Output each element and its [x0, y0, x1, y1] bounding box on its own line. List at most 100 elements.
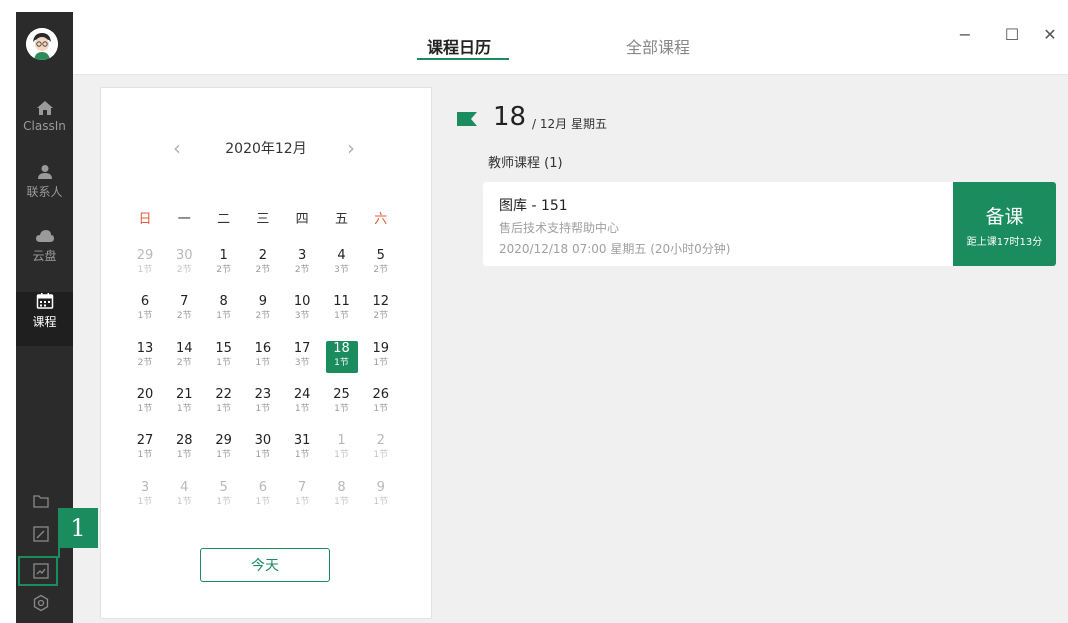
chart-icon[interactable]: [32, 562, 50, 580]
minimize-button[interactable]: −: [956, 26, 974, 44]
day-cell[interactable]: 13 2节: [129, 341, 161, 373]
weekday-label: 四: [295, 212, 309, 227]
tab-course-calendar[interactable]: 课程日历: [427, 34, 491, 58]
day-cell[interactable]: 22 1节: [208, 387, 240, 419]
lesson-count: 1节: [373, 496, 389, 507]
day-number: 27: [136, 433, 154, 449]
day-cell[interactable]: 8 1节: [326, 480, 358, 512]
day-cell[interactable]: 6 1节: [247, 480, 279, 512]
day-number: 1: [219, 248, 228, 263]
day-cell[interactable]: 30 2节: [168, 248, 200, 280]
lesson-count: 1节: [373, 403, 389, 414]
day-cell[interactable]: 5 1节: [208, 480, 240, 512]
day-cell[interactable]: 4 1节: [168, 480, 200, 512]
day-number: 29: [136, 248, 154, 263]
day-number: 30: [176, 248, 193, 263]
lesson-count: 1节: [137, 311, 153, 322]
day-number: 23: [254, 386, 272, 402]
weekday-label: 六: [374, 212, 388, 227]
lesson-count: 1节: [334, 496, 349, 507]
day-cell[interactable]: 17 3节: [286, 341, 318, 373]
day-number: 11: [333, 294, 350, 310]
day-number: 9: [376, 479, 385, 495]
lesson-count: 3节: [294, 357, 310, 368]
nav-cloud[interactable]: 云盘: [16, 228, 73, 282]
day-cell[interactable]: 5 2节: [365, 248, 397, 280]
day-cell[interactable]: 19 1节: [365, 341, 397, 373]
nav-classin[interactable]: ClassIn: [16, 100, 73, 154]
day-number: 4: [180, 479, 189, 495]
day-cell[interactable]: 7 2节: [168, 294, 200, 326]
day-cell[interactable]: 1 2节: [208, 248, 240, 280]
day-cell[interactable]: 27 1节: [129, 433, 161, 465]
day-cell[interactable]: 6 1节: [129, 294, 161, 326]
day-cell[interactable]: 14 2节: [168, 341, 200, 373]
day-cell[interactable]: 11 1节: [326, 294, 358, 326]
teacher-courses-heading: 教师课程 (1): [488, 156, 563, 171]
day-cell[interactable]: 29 1节: [129, 248, 161, 280]
nav-courses[interactable]: 课程: [16, 292, 73, 346]
day-number: 6: [140, 294, 150, 310]
day-cell[interactable]: 10 3节: [286, 294, 318, 326]
lesson-count: 2节: [255, 311, 271, 322]
day-cell[interactable]: 8 1节: [208, 294, 240, 326]
day-cell[interactable]: 3 1节: [129, 480, 161, 512]
day-cell[interactable]: 4 3节: [326, 248, 358, 280]
day-cell[interactable]: 26 1节: [365, 387, 397, 419]
close-button[interactable]: ✕: [1041, 26, 1059, 44]
day-cell[interactable]: 2 2节: [247, 248, 279, 280]
lesson-count: 1节: [216, 496, 231, 507]
day-cell[interactable]: 2 1节: [365, 433, 397, 465]
folder-icon[interactable]: [32, 492, 50, 510]
lesson-count: 1节: [137, 496, 153, 507]
day-number: 2: [258, 248, 268, 263]
day-cell[interactable]: 21 1节: [168, 387, 200, 419]
tab-all-courses[interactable]: 全部课程: [626, 34, 690, 58]
prepare-lesson-button[interactable]: 备课 距上课17时13分: [953, 182, 1056, 266]
day-cell[interactable]: 9 1节: [365, 480, 397, 512]
lesson-count: 3节: [294, 311, 310, 322]
lesson-count: 2节: [176, 311, 192, 322]
day-cell[interactable]: 9 2节: [247, 294, 279, 326]
day-cell[interactable]: 16 1节: [247, 341, 279, 373]
lesson-count: 1节: [294, 450, 310, 461]
avatar[interactable]: [26, 28, 58, 60]
day-number: 4: [337, 248, 346, 263]
day-cell[interactable]: 15 1节: [208, 341, 240, 373]
day-cell[interactable]: 12 2节: [365, 294, 397, 326]
course-card[interactable]: 图库 - 151 售后技术支持帮助中心 2020/12/18 07:00 星期五…: [483, 182, 1056, 266]
day-cell-selected[interactable]: 18 1节: [325, 340, 358, 373]
maximize-button[interactable]: ☐: [1003, 26, 1021, 44]
lesson-count: 1节: [334, 357, 349, 368]
lesson-count: 2节: [176, 357, 192, 368]
nav-classin-label: ClassIn: [23, 119, 66, 133]
lesson-count: 1节: [176, 496, 192, 507]
day-number: 30: [254, 433, 272, 449]
tab-underline: [417, 58, 509, 60]
prepare-lesson-label: 备课: [985, 206, 1024, 228]
settings-icon[interactable]: [32, 594, 50, 612]
day-cell[interactable]: 25 1节: [326, 387, 358, 419]
day-cell[interactable]: 31 1节: [286, 433, 318, 465]
day-cell[interactable]: 28 1节: [168, 433, 200, 465]
day-number: 25: [333, 386, 350, 402]
day-number: 5: [219, 479, 228, 495]
day-cell[interactable]: 29 1节: [208, 433, 240, 465]
day-cell[interactable]: 20 1节: [129, 387, 161, 419]
day-cell[interactable]: 30 1节: [247, 433, 279, 465]
today-button[interactable]: 今天: [200, 548, 330, 582]
day-cell[interactable]: 24 1节: [286, 387, 318, 419]
day-cell[interactable]: 3 2节: [286, 248, 318, 280]
day-cell[interactable]: 7 1节: [286, 480, 318, 512]
edit-icon[interactable]: [32, 525, 50, 543]
prev-month-button[interactable]: ‹: [173, 136, 181, 160]
day-number: 7: [298, 479, 307, 495]
weekday-label: 日: [138, 212, 152, 227]
lesson-count: 2节: [373, 311, 389, 322]
nav-contacts[interactable]: 联系人: [16, 164, 73, 218]
day-cell[interactable]: 1 1节: [326, 433, 358, 465]
next-month-button[interactable]: ›: [347, 136, 355, 160]
lesson-count: 1节: [176, 450, 192, 461]
day-number: 8: [219, 294, 228, 310]
day-cell[interactable]: 23 1节: [247, 387, 279, 419]
